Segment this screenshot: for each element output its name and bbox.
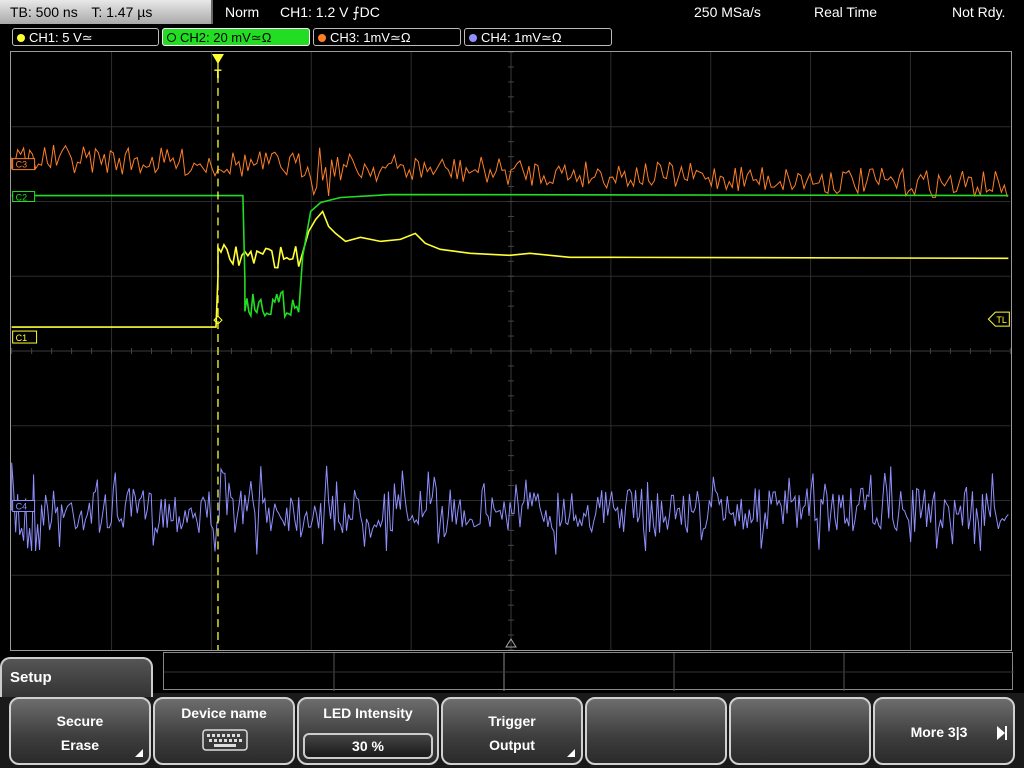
- submenu-corner-icon: [567, 749, 575, 757]
- sample-rate: 250 MSa/s: [694, 4, 761, 20]
- ch2-offset-marker[interactable]: C2: [12, 191, 36, 203]
- ch2-color-dot: [167, 33, 176, 43]
- ch4-label: CH4: 1mV≃Ω: [481, 30, 562, 45]
- next-page-bar-icon: [1005, 726, 1007, 740]
- ch2-label: CH2: 20 mV≃Ω: [180, 30, 272, 45]
- secure-erase-label-2: Erase: [60, 737, 100, 753]
- trigger-output-label-1: Trigger: [488, 713, 536, 729]
- ch3-marker-text: C3: [16, 160, 27, 170]
- ch4-color-dot: [469, 33, 477, 42]
- trigger-position-text: T: [214, 67, 222, 81]
- trigger-info[interactable]: CH1: 1.2 V ⨍DC: [280, 0, 380, 24]
- device-name-button[interactable]: Device name: [153, 697, 295, 765]
- next-page-arrow-icon: [997, 726, 1005, 740]
- empty-softkey-5[interactable]: [585, 697, 727, 765]
- secure-erase-label-1: Secure: [56, 713, 104, 729]
- timebase-label: TB: 500 ns: [10, 4, 78, 20]
- acquisition-mode[interactable]: Norm: [225, 0, 259, 24]
- run-status: Not Rdy.: [952, 4, 1006, 20]
- graticule: [11, 52, 1011, 650]
- secure-erase-button[interactable]: Secure Erase: [9, 697, 151, 765]
- trigger-position-marker[interactable]: T: [212, 53, 224, 81]
- ch2-marker-text: C2: [16, 193, 27, 203]
- ch1-color-dot: [17, 33, 25, 42]
- channel-tab-ch2[interactable]: CH2: 20 mV≃Ω: [162, 28, 310, 46]
- ch4-marker-text: C4: [16, 501, 27, 511]
- waveform-traces: [11, 144, 1009, 555]
- acquisition-realtime: Real Time: [814, 4, 878, 20]
- keyboard-icon: [202, 729, 248, 751]
- menu-title: Setup: [0, 657, 153, 697]
- trigger-level-text: TL: [996, 315, 1006, 325]
- more-menu-button[interactable]: More 3|3: [873, 697, 1015, 765]
- timebase-box[interactable]: TB: 500 ns T: 1.47 µs: [0, 0, 213, 24]
- trigger-time-label: T: 1.47 µs: [91, 4, 153, 20]
- trigger-level-marker[interactable]: TL: [987, 311, 1010, 327]
- info-panel-dividers: [164, 653, 1014, 691]
- led-intensity-value: 30 %: [303, 733, 433, 759]
- status-bar: Norm CH1: 1.2 V ⨍DC 250 MSa/s Real Time …: [215, 0, 1024, 24]
- led-intensity-label: LED Intensity: [323, 705, 413, 721]
- channel-tab-ch4[interactable]: CH4: 1mV≃Ω: [464, 28, 612, 46]
- ch1-marker-text: C1: [16, 333, 27, 343]
- ch1-label: CH1: 5 V≃: [29, 30, 93, 45]
- info-panel: [163, 652, 1014, 691]
- device-name-label: Device name: [181, 705, 267, 721]
- more-label: More 3|3: [910, 724, 968, 740]
- empty-softkey-6[interactable]: [729, 697, 871, 765]
- trigger-output-label-2: Output: [489, 737, 535, 753]
- waveform-display[interactable]: T C3 C2 C1 C4 TL: [10, 51, 1012, 651]
- ch3-offset-marker[interactable]: C3: [12, 158, 36, 171]
- led-intensity-button[interactable]: LED Intensity 30 %: [297, 697, 439, 765]
- channel-tab-ch3[interactable]: CH3: 1mV≃Ω: [313, 28, 461, 46]
- trigger-output-button[interactable]: Trigger Output: [441, 697, 583, 765]
- channel-tab-ch1[interactable]: CH1: 5 V≃: [12, 28, 159, 46]
- ch1-offset-marker[interactable]: C1: [12, 330, 38, 344]
- ch3-color-dot: [318, 33, 326, 42]
- ch4-offset-marker[interactable]: C4: [12, 500, 36, 512]
- ch3-label: CH3: 1mV≃Ω: [330, 30, 411, 45]
- submenu-corner-icon: [135, 749, 143, 757]
